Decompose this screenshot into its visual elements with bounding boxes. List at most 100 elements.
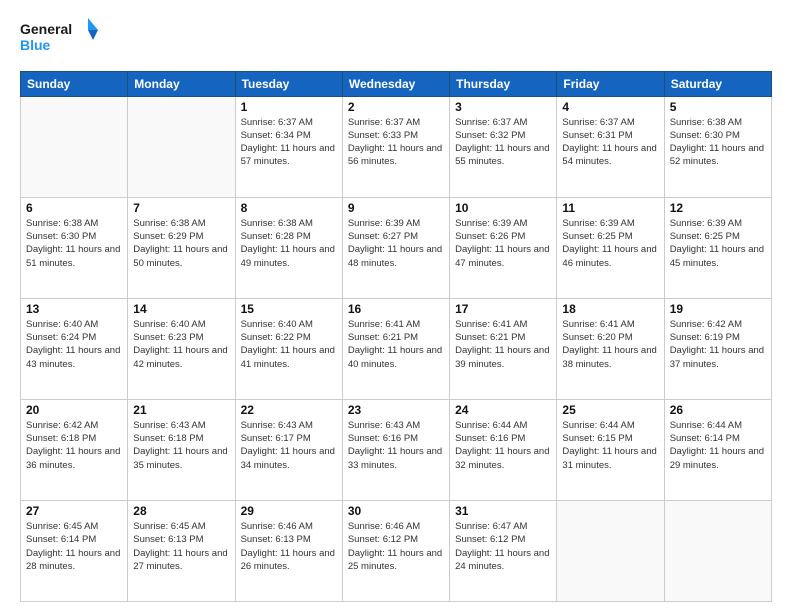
calendar-cell: 28 Sunrise: 6:45 AMSunset: 6:13 PMDayligh… xyxy=(128,500,235,601)
calendar-cell: 18 Sunrise: 6:41 AMSunset: 6:20 PMDayligh… xyxy=(557,298,664,399)
calendar-week-3: 13 Sunrise: 6:40 AMSunset: 6:24 PMDayligh… xyxy=(21,298,772,399)
day-number: 2 xyxy=(348,100,444,114)
day-info: Sunrise: 6:44 AMSunset: 6:14 PMDaylight:… xyxy=(670,419,766,472)
day-info: Sunrise: 6:39 AMSunset: 6:25 PMDaylight:… xyxy=(562,217,658,270)
day-info: Sunrise: 6:38 AMSunset: 6:29 PMDaylight:… xyxy=(133,217,229,270)
day-number: 29 xyxy=(241,504,337,518)
day-number: 26 xyxy=(670,403,766,417)
calendar-cell: 11 Sunrise: 6:39 AMSunset: 6:25 PMDayligh… xyxy=(557,197,664,298)
weekday-header-friday: Friday xyxy=(557,71,664,96)
day-info: Sunrise: 6:46 AMSunset: 6:12 PMDaylight:… xyxy=(348,520,444,573)
day-number: 7 xyxy=(133,201,229,215)
day-number: 1 xyxy=(241,100,337,114)
calendar-cell xyxy=(664,500,771,601)
calendar-cell: 6Sunrise: 6:38 AMSunset: 6:30 PMDaylight… xyxy=(21,197,128,298)
day-number: 4 xyxy=(562,100,658,114)
calendar-cell: 5 Sunrise: 6:38 AMSunset: 6:30 PMDaylight… xyxy=(664,96,771,197)
day-number: 27 xyxy=(26,504,122,518)
calendar-cell xyxy=(128,96,235,197)
day-number: 15 xyxy=(241,302,337,316)
day-number: 25 xyxy=(562,403,658,417)
calendar-cell: 10Sunrise: 6:39 AMSunset: 6:26 PMDayligh… xyxy=(450,197,557,298)
logo-svg: General Blue xyxy=(20,16,100,56)
day-number: 6 xyxy=(26,201,122,215)
day-info: Sunrise: 6:41 AMSunset: 6:21 PMDaylight:… xyxy=(348,318,444,371)
day-info: Sunrise: 6:38 AMSunset: 6:30 PMDaylight:… xyxy=(670,116,766,169)
header: General Blue xyxy=(20,16,772,61)
svg-text:Blue: Blue xyxy=(20,37,51,53)
day-number: 18 xyxy=(562,302,658,316)
calendar-cell: 30 Sunrise: 6:46 AMSunset: 6:12 PMDayligh… xyxy=(342,500,449,601)
calendar-cell: 24 Sunrise: 6:44 AMSunset: 6:16 PMDayligh… xyxy=(450,399,557,500)
day-info: Sunrise: 6:40 AMSunset: 6:23 PMDaylight:… xyxy=(133,318,229,371)
day-number: 19 xyxy=(670,302,766,316)
day-info: Sunrise: 6:45 AMSunset: 6:14 PMDaylight:… xyxy=(26,520,122,573)
calendar-cell: 12Sunrise: 6:39 AMSunset: 6:25 PMDayligh… xyxy=(664,197,771,298)
day-info: Sunrise: 6:43 AMSunset: 6:17 PMDaylight:… xyxy=(241,419,337,472)
day-info: Sunrise: 6:47 AMSunset: 6:12 PMDaylight:… xyxy=(455,520,551,573)
day-info: Sunrise: 6:43 AMSunset: 6:18 PMDaylight:… xyxy=(133,419,229,472)
weekday-header-wednesday: Wednesday xyxy=(342,71,449,96)
calendar-cell: 22 Sunrise: 6:43 AMSunset: 6:17 PMDayligh… xyxy=(235,399,342,500)
calendar-header-row: SundayMondayTuesdayWednesdayThursdayFrid… xyxy=(21,71,772,96)
day-info: Sunrise: 6:38 AMSunset: 6:28 PMDaylight:… xyxy=(241,217,337,270)
day-info: Sunrise: 6:40 AMSunset: 6:24 PMDaylight:… xyxy=(26,318,122,371)
day-number: 9 xyxy=(348,201,444,215)
weekday-header-tuesday: Tuesday xyxy=(235,71,342,96)
calendar-cell: 8 Sunrise: 6:38 AMSunset: 6:28 PMDaylight… xyxy=(235,197,342,298)
calendar-cell: 20 Sunrise: 6:42 AMSunset: 6:18 PMDayligh… xyxy=(21,399,128,500)
day-info: Sunrise: 6:42 AMSunset: 6:19 PMDaylight:… xyxy=(670,318,766,371)
logo: General Blue xyxy=(20,16,100,61)
calendar-table: SundayMondayTuesdayWednesdayThursdayFrid… xyxy=(20,71,772,602)
calendar-cell: 4 Sunrise: 6:37 AMSunset: 6:31 PMDaylight… xyxy=(557,96,664,197)
day-number: 5 xyxy=(670,100,766,114)
day-number: 14 xyxy=(133,302,229,316)
calendar-body: 1Sunrise: 6:37 AMSunset: 6:34 PMDaylight… xyxy=(21,96,772,601)
calendar-cell: 25 Sunrise: 6:44 AMSunset: 6:15 PMDayligh… xyxy=(557,399,664,500)
day-info: Sunrise: 6:44 AMSunset: 6:15 PMDaylight:… xyxy=(562,419,658,472)
calendar-cell: 23Sunrise: 6:43 AMSunset: 6:16 PMDayligh… xyxy=(342,399,449,500)
calendar-week-4: 20 Sunrise: 6:42 AMSunset: 6:18 PMDayligh… xyxy=(21,399,772,500)
day-number: 28 xyxy=(133,504,229,518)
calendar-cell xyxy=(21,96,128,197)
day-number: 16 xyxy=(348,302,444,316)
day-number: 13 xyxy=(26,302,122,316)
calendar-cell: 31 Sunrise: 6:47 AMSunset: 6:12 PMDayligh… xyxy=(450,500,557,601)
day-info: Sunrise: 6:39 AMSunset: 6:25 PMDaylight:… xyxy=(670,217,766,270)
calendar-cell: 15 Sunrise: 6:40 AMSunset: 6:22 PMDayligh… xyxy=(235,298,342,399)
day-number: 10 xyxy=(455,201,551,215)
logo-area: General Blue xyxy=(20,16,100,61)
day-number: 8 xyxy=(241,201,337,215)
day-number: 17 xyxy=(455,302,551,316)
day-info: Sunrise: 6:42 AMSunset: 6:18 PMDaylight:… xyxy=(26,419,122,472)
day-info: Sunrise: 6:41 AMSunset: 6:21 PMDaylight:… xyxy=(455,318,551,371)
day-number: 21 xyxy=(133,403,229,417)
day-number: 22 xyxy=(241,403,337,417)
calendar-cell: 2 Sunrise: 6:37 AMSunset: 6:33 PMDaylight… xyxy=(342,96,449,197)
weekday-header-sunday: Sunday xyxy=(21,71,128,96)
calendar-cell: 26 Sunrise: 6:44 AMSunset: 6:14 PMDayligh… xyxy=(664,399,771,500)
calendar-cell: 17 Sunrise: 6:41 AMSunset: 6:21 PMDayligh… xyxy=(450,298,557,399)
calendar-cell: 13 Sunrise: 6:40 AMSunset: 6:24 PMDayligh… xyxy=(21,298,128,399)
day-info: Sunrise: 6:40 AMSunset: 6:22 PMDaylight:… xyxy=(241,318,337,371)
day-info: Sunrise: 6:37 AMSunset: 6:31 PMDaylight:… xyxy=(562,116,658,169)
calendar-cell: 1Sunrise: 6:37 AMSunset: 6:34 PMDaylight… xyxy=(235,96,342,197)
weekday-header-saturday: Saturday xyxy=(664,71,771,96)
calendar-cell: 21 Sunrise: 6:43 AMSunset: 6:18 PMDayligh… xyxy=(128,399,235,500)
day-info: Sunrise: 6:37 AMSunset: 6:33 PMDaylight:… xyxy=(348,116,444,169)
day-info: Sunrise: 6:45 AMSunset: 6:13 PMDaylight:… xyxy=(133,520,229,573)
day-number: 30 xyxy=(348,504,444,518)
calendar-cell: 19 Sunrise: 6:42 AMSunset: 6:19 PMDayligh… xyxy=(664,298,771,399)
day-info: Sunrise: 6:43 AMSunset: 6:16 PMDaylight:… xyxy=(348,419,444,472)
day-number: 11 xyxy=(562,201,658,215)
day-number: 20 xyxy=(26,403,122,417)
calendar-cell: 29 Sunrise: 6:46 AMSunset: 6:13 PMDayligh… xyxy=(235,500,342,601)
day-number: 24 xyxy=(455,403,551,417)
day-number: 31 xyxy=(455,504,551,518)
calendar-week-2: 6Sunrise: 6:38 AMSunset: 6:30 PMDaylight… xyxy=(21,197,772,298)
calendar-cell: 7 Sunrise: 6:38 AMSunset: 6:29 PMDaylight… xyxy=(128,197,235,298)
calendar-week-5: 27 Sunrise: 6:45 AMSunset: 6:14 PMDayligh… xyxy=(21,500,772,601)
day-info: Sunrise: 6:46 AMSunset: 6:13 PMDaylight:… xyxy=(241,520,337,573)
day-info: Sunrise: 6:41 AMSunset: 6:20 PMDaylight:… xyxy=(562,318,658,371)
day-info: Sunrise: 6:44 AMSunset: 6:16 PMDaylight:… xyxy=(455,419,551,472)
